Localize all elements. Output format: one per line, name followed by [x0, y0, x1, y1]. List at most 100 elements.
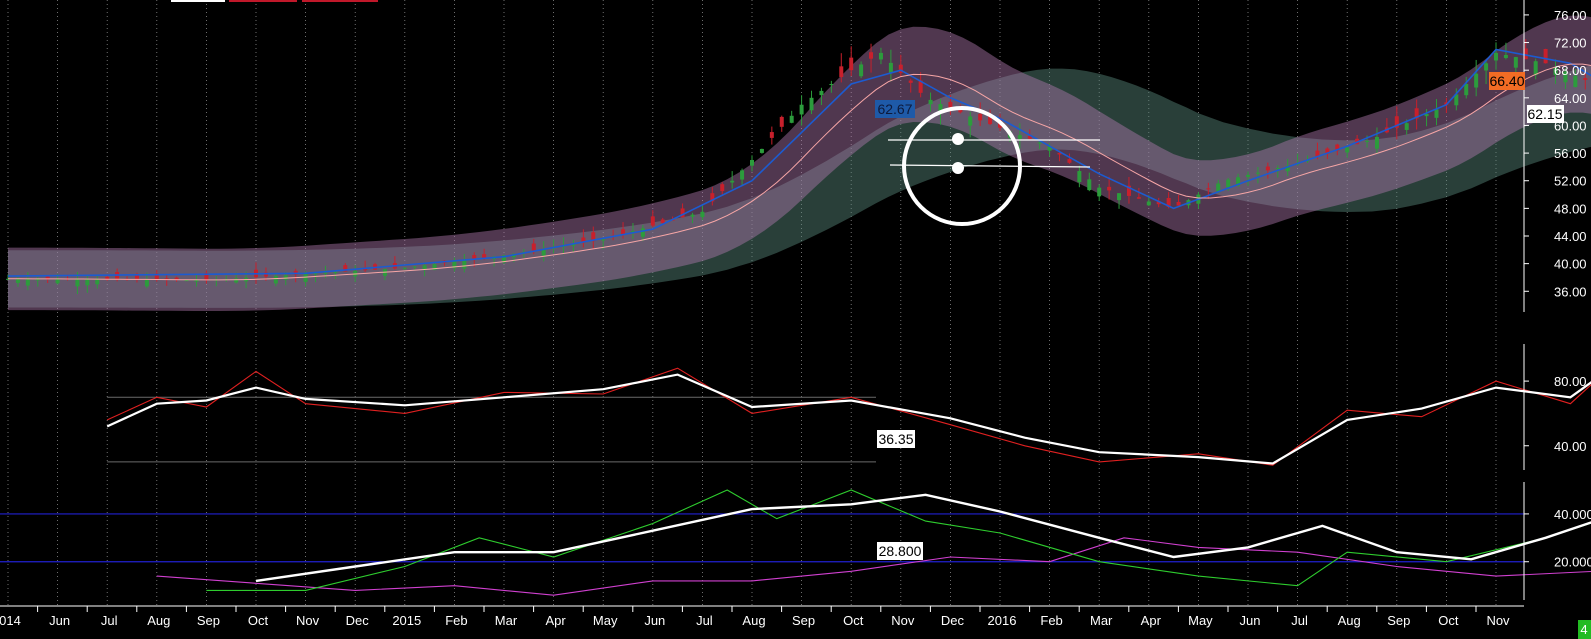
oscillator-2-value-label: 28.800 [879, 543, 922, 559]
y-tick-label: 64.00 [1554, 91, 1587, 106]
candle-body [283, 275, 288, 280]
candle-body [25, 278, 30, 286]
y-tick-label: 40.000 [1554, 507, 1591, 522]
x-tick-label: Aug [1338, 613, 1361, 628]
candle-body [55, 279, 60, 284]
chart-canvas: 76.0072.0068.0064.0060.0056.0052.0048.00… [0, 0, 1591, 639]
legend-chip-red-2 [302, 0, 378, 2]
y-tick-label: 72.00 [1554, 36, 1587, 51]
candle-body [720, 184, 725, 192]
y-tick-label: 44.00 [1554, 229, 1587, 244]
candle-body [402, 267, 407, 269]
x-tick-label: Oct [1438, 613, 1459, 628]
last-price-label: 62.15 [1527, 106, 1562, 122]
candle-body [1503, 54, 1508, 58]
candle-body [15, 278, 20, 283]
candle-body [888, 62, 893, 73]
candle-body [1097, 187, 1102, 197]
x-tick-label: 2016 [988, 613, 1017, 628]
x-tick-label: Jul [101, 613, 118, 628]
candle-body [660, 219, 665, 223]
y-tick-label: 80.00 [1554, 374, 1587, 389]
candle-body [323, 272, 328, 274]
candle-body [1434, 109, 1439, 118]
candle-body [978, 113, 983, 121]
candle-body [1246, 174, 1250, 177]
candle-body [1136, 197, 1141, 199]
candle-body [194, 280, 199, 282]
candle-body [869, 52, 874, 59]
candle-body [462, 260, 467, 269]
candle-body [769, 132, 774, 138]
candle-body [1474, 73, 1479, 88]
candle-body [1117, 193, 1122, 201]
candle-body [601, 239, 606, 241]
y-tick-label: 56.00 [1554, 146, 1587, 161]
candle-body [1345, 147, 1350, 153]
x-tick-label: Mar [1090, 613, 1113, 628]
annotation-dot-lower [952, 162, 964, 174]
candle-body [819, 90, 824, 96]
x-tick-label: Jul [1291, 613, 1308, 628]
x-tick-label: Dec [941, 613, 965, 628]
x-tick-label: Aug [742, 613, 765, 628]
x-tick-label: Nov [891, 613, 915, 628]
y-tick-label: 40.00 [1554, 257, 1587, 272]
x-tick-label: Jun [644, 613, 665, 628]
x-tick-label: Aug [147, 613, 170, 628]
candle-body [1374, 136, 1379, 149]
candle-body [1077, 171, 1082, 183]
candle-body [750, 160, 754, 166]
candle-body [1494, 52, 1498, 61]
candle-body [829, 84, 834, 85]
x-tick-label: Jul [696, 613, 713, 628]
y-tick-label: 68.00 [1554, 63, 1587, 78]
candle-body [740, 170, 745, 180]
x-tick-label: Sep [1387, 613, 1410, 628]
x-tick-label: Jun [1240, 613, 1261, 628]
chart-background [0, 0, 1591, 639]
candle-body [1037, 142, 1042, 144]
candle-body [621, 229, 626, 234]
candle-body [1017, 135, 1022, 139]
y-tick-label: 20.000 [1554, 555, 1591, 570]
x-tick-label: Apr [545, 613, 566, 628]
candle-body [968, 116, 973, 126]
candle-body [1067, 159, 1072, 163]
y-tick-label: 48.00 [1554, 201, 1587, 216]
candle-body [95, 279, 100, 285]
candle-body [85, 279, 90, 286]
x-tick-label: Dec [346, 613, 370, 628]
x-tick-label: May [593, 613, 618, 628]
corner-badge-label: 4 [1580, 622, 1587, 637]
candle-body [779, 116, 784, 127]
candle-body [1265, 166, 1270, 171]
candle-body [482, 254, 487, 258]
x-tick-label: Jun [49, 613, 70, 628]
candle-body [144, 279, 149, 287]
x-tick-label: Sep [792, 613, 815, 628]
candle-body [839, 66, 844, 78]
candle-body [1583, 78, 1588, 80]
y-tick-label: 36.00 [1554, 284, 1587, 299]
candle-body [75, 279, 80, 287]
candle-body [700, 211, 705, 218]
oscillator-1-value-label: 36.35 [878, 431, 913, 447]
ma-value-label: 62.67 [877, 101, 912, 117]
candle-body [789, 115, 794, 123]
candle-body [928, 99, 933, 105]
candle-body [1206, 188, 1211, 190]
candle-body [1484, 63, 1489, 71]
x-tick-label: Feb [1040, 613, 1062, 628]
x-tick-label: Apr [1141, 613, 1162, 628]
high-marker-label: 66.40 [1489, 73, 1524, 89]
candle-body [759, 148, 764, 153]
candle-body [799, 104, 804, 115]
candle-body [640, 228, 645, 237]
x-tick-label: Feb [445, 613, 467, 628]
annotation-dot-upper [952, 133, 964, 145]
candle-body [1176, 201, 1181, 206]
candle-body [531, 243, 536, 251]
candle-body [1107, 186, 1112, 191]
x-tick-label: 014 [0, 613, 21, 628]
